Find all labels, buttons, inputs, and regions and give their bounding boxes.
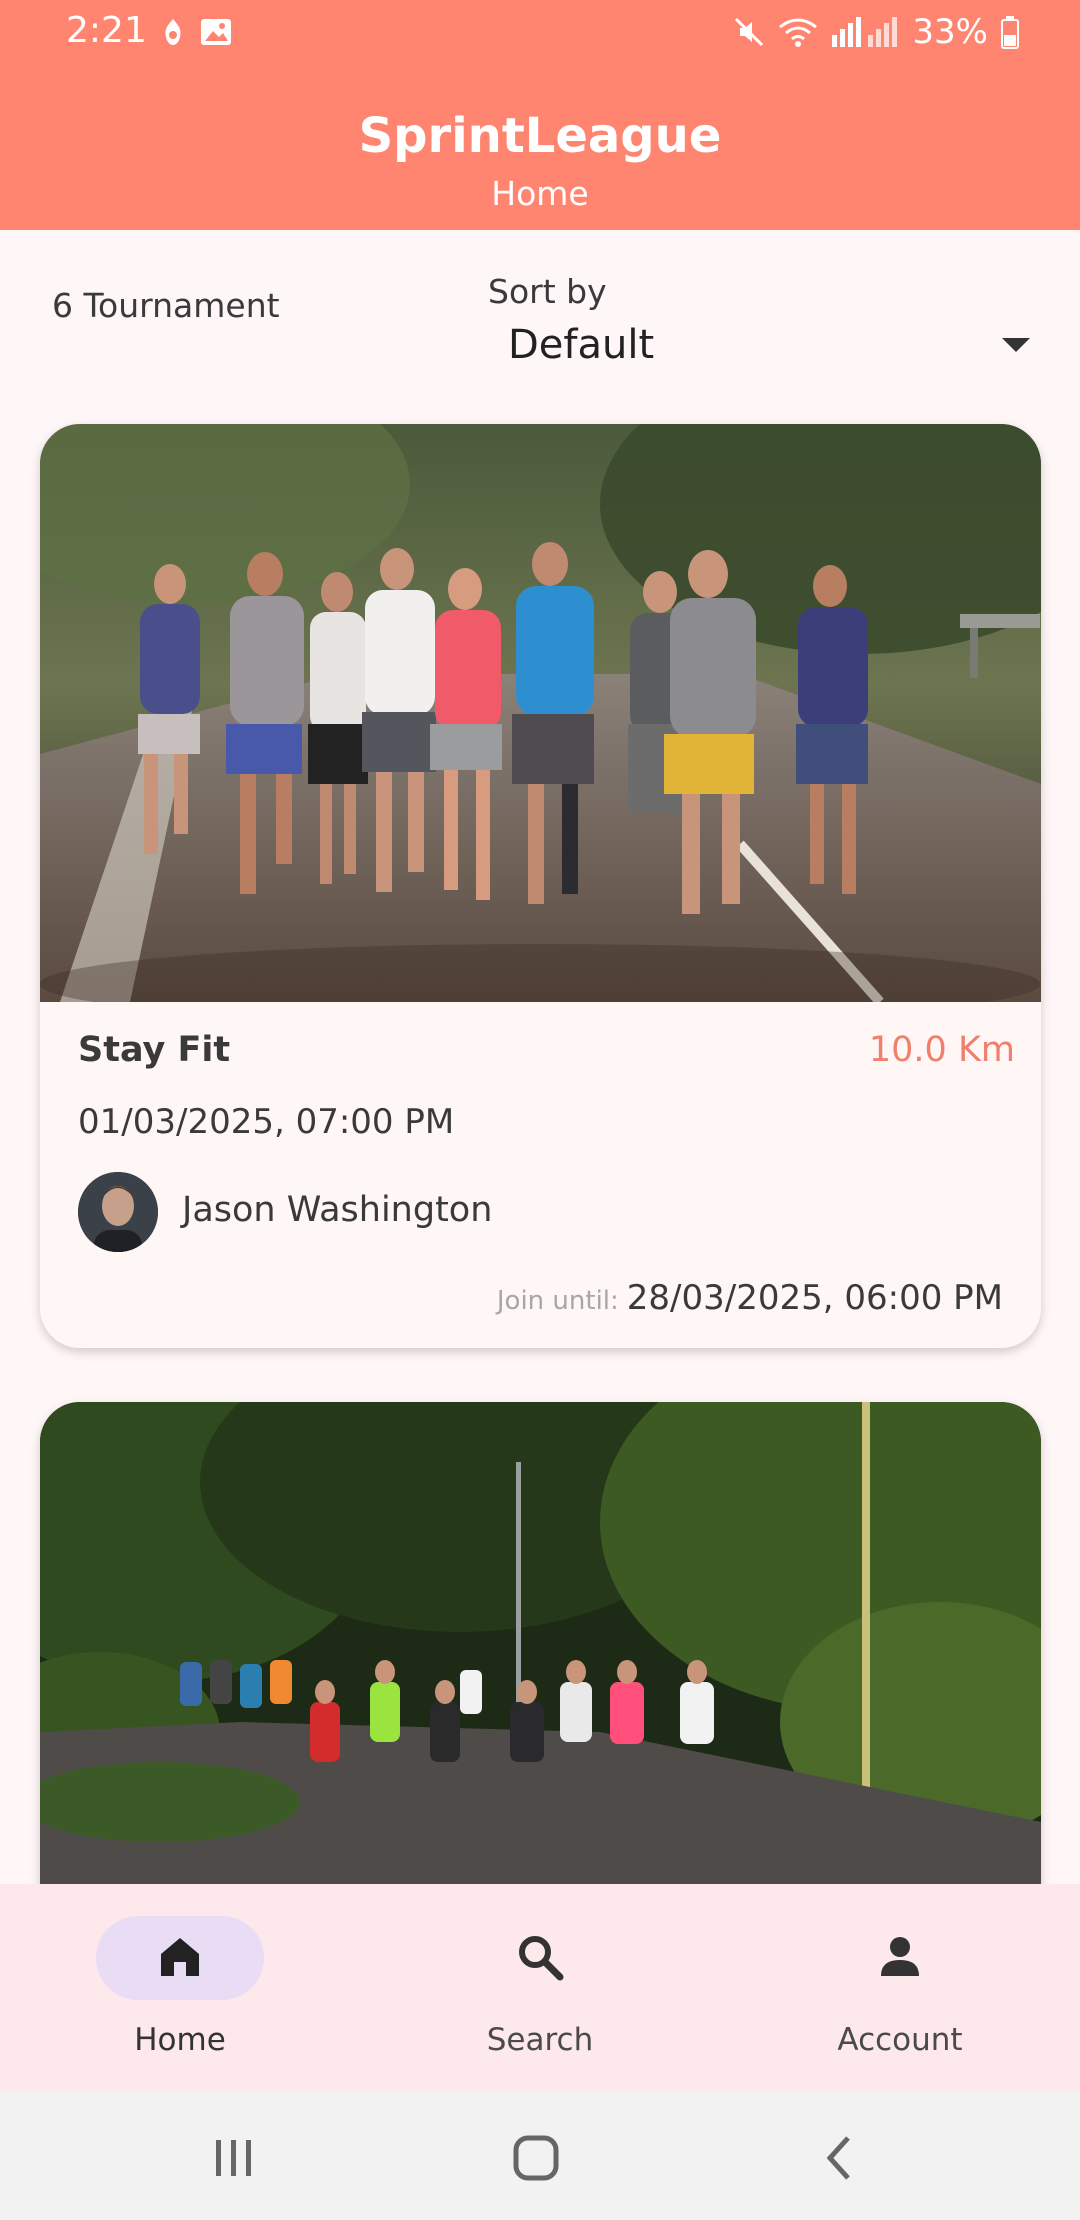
notification-icon [165, 19, 181, 45]
battery-text: 33% [912, 12, 988, 52]
top-app-bar: 2:21 33% SprintLeague Home [0, 0, 1080, 230]
tournament-name: Stay Fit [78, 1030, 231, 1070]
tournament-count: 6 Tournament [52, 286, 280, 325]
nav-label-account: Account [837, 2022, 963, 2058]
nav-item-search[interactable]: Search [360, 1884, 720, 2092]
tournament-photo [40, 424, 1041, 1002]
tournament-date: 01/03/2025, 07:00 PM [78, 1102, 455, 1142]
wifi-icon [779, 18, 818, 47]
battery-icon [1001, 16, 1019, 49]
nav-item-account[interactable]: Account [720, 1884, 1080, 2092]
search-icon [519, 1936, 564, 1981]
status-bar: 2:21 33% [0, 0, 1080, 64]
nav-item-home[interactable]: Home [0, 1884, 360, 2092]
home-system-button[interactable] [496, 2122, 576, 2192]
join-deadline: Join until: 28/03/2025, 06:00 PM [497, 1278, 1003, 1318]
status-time: 2:21 [66, 10, 147, 51]
home-icon [161, 1938, 199, 1976]
app-title: SprintLeague [358, 108, 722, 164]
tournament-card[interactable]: Stay Fit 10.0 Km 01/03/2025, 07:00 PM Ja… [40, 424, 1041, 1348]
back-icon [826, 2136, 850, 2180]
signal-icon [832, 17, 898, 47]
home-circle-icon [513, 2135, 559, 2181]
nav-label-search: Search [486, 2022, 594, 2058]
person-icon [881, 1937, 919, 1976]
tournament-distance: 10.0 Km [868, 1030, 1015, 1070]
system-navigation-bar [0, 2092, 1080, 2220]
page-title: Home [491, 174, 589, 213]
dropdown-arrow-icon [1002, 338, 1030, 352]
join-date: 28/03/2025, 06:00 PM [626, 1278, 1003, 1318]
mute-icon [735, 17, 764, 47]
join-label: Join until: [496, 1286, 619, 1316]
status-left-icons [160, 14, 232, 50]
bottom-navigation: Home Search Account [0, 1884, 1080, 2092]
back-button[interactable] [800, 2122, 880, 2192]
status-right-icons: 33% [732, 10, 1020, 54]
organizer-name: Jason Washington [182, 1190, 493, 1230]
sort-value: Default [508, 322, 655, 368]
recents-icon [216, 2140, 251, 2176]
organizer-avatar [78, 1172, 158, 1252]
nav-label-home: Home [134, 2022, 226, 2058]
sort-label: Sort by [488, 272, 607, 311]
image-icon [201, 19, 231, 45]
recents-button[interactable] [194, 2122, 274, 2192]
sort-dropdown[interactable]: Default [490, 316, 1030, 376]
